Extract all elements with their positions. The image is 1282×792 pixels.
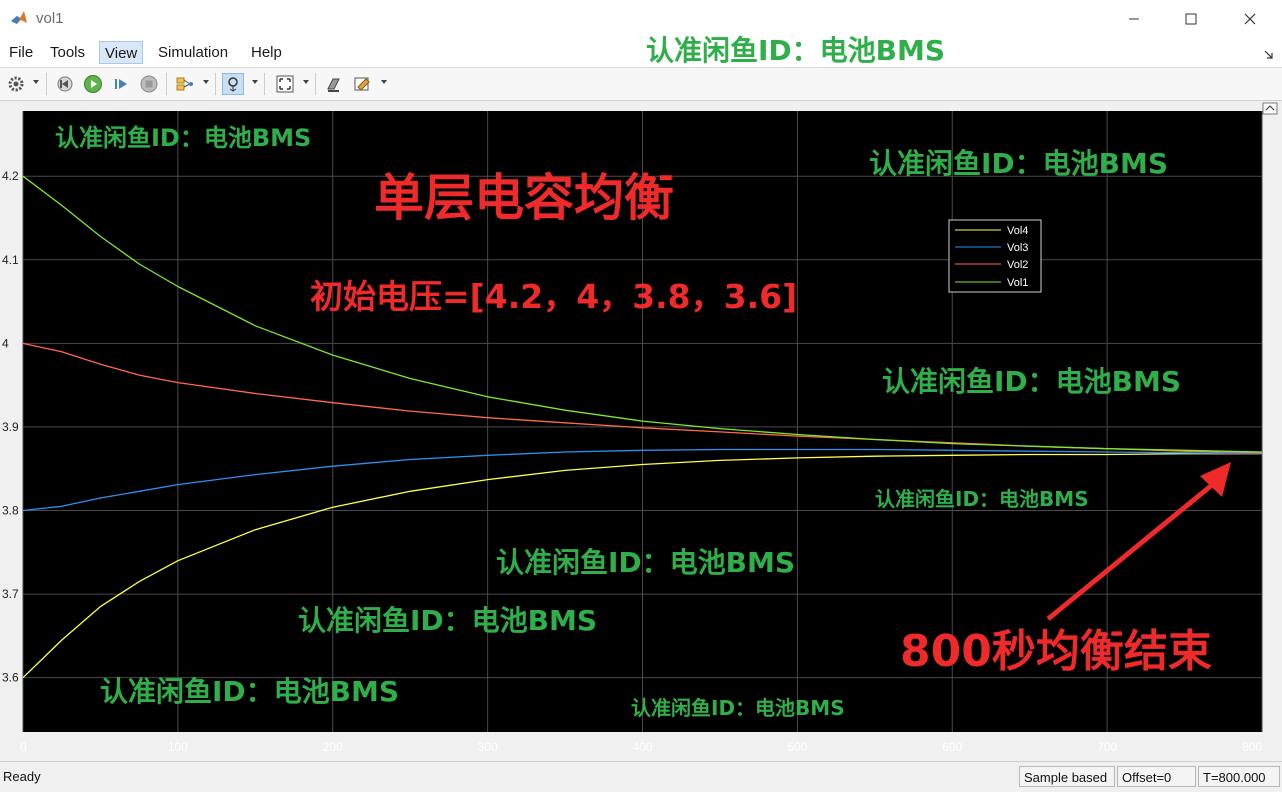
watermark-text: 认准闲鱼ID：电池BMS — [55, 124, 311, 152]
status-ready: Ready — [3, 769, 41, 784]
menu-file[interactable]: File — [4, 41, 38, 64]
highlight-icon — [327, 78, 340, 92]
y-tick-label: 3.7 — [2, 587, 19, 601]
signal-dropdown-arrow[interactable] — [203, 80, 209, 84]
legend-label-vol4: Vol4 — [1007, 225, 1028, 237]
x-tick-label: 400 — [632, 740, 652, 754]
chart-title: 单层电容均衡 — [374, 169, 674, 227]
style-dropdown-arrow[interactable] — [381, 80, 387, 84]
scope-chart[interactable]: 3.6 3.7 3.8 3.9 4 4.1 4.2 0 100 200 300 400 500 600 7… — [0, 101, 1282, 759]
x-tick-label: 300 — [478, 740, 498, 754]
toolbar-separator — [166, 73, 167, 95]
autoscale-icon — [276, 75, 294, 93]
x-tick-label: 200 — [323, 740, 343, 754]
menu-bar: File Tools View Simulation Help 认准闲鱼ID：电… — [0, 34, 1282, 68]
annotation-label: 800秒均衡结束 — [900, 626, 1212, 677]
legend[interactable]: Vol4 Vol3 Vol2 Vol1 — [948, 219, 1042, 293]
toolbar — [0, 68, 1282, 101]
toolbar-separator — [264, 73, 265, 95]
x-tick-label: 0 — [20, 740, 27, 754]
x-tick-label: 700 — [1097, 740, 1117, 754]
title-bar: vol1 — [0, 0, 1282, 39]
y-tick-label: 4.1 — [2, 253, 19, 267]
toolbar-separator — [215, 73, 216, 95]
menu-view[interactable]: View — [99, 41, 144, 64]
window-title: vol1 — [36, 10, 64, 27]
close-icon — [1244, 13, 1256, 25]
signal-selector-button[interactable] — [174, 73, 196, 95]
watermark-text: 认准闲鱼ID：电池BMS — [496, 546, 795, 579]
x-tick-label: 800 — [1242, 740, 1262, 754]
menu-help[interactable]: Help — [246, 41, 287, 64]
x-tick-label: 500 — [787, 740, 807, 754]
chart-subtitle: 初始电压=[4.2，4，3.8，3.6] — [310, 277, 797, 316]
y-tick-label: 4.2 — [2, 169, 19, 183]
close-button[interactable] — [1227, 0, 1273, 38]
settings-button[interactable] — [5, 73, 27, 95]
y-tick-label: 4 — [2, 336, 9, 350]
watermark-text: 认准闲鱼ID：电池BMS — [100, 675, 399, 708]
zoom-dropdown-arrow[interactable] — [252, 80, 258, 84]
legend-label-vol3: Vol3 — [1007, 242, 1028, 254]
y-tick-label: 3.8 — [2, 504, 19, 518]
step-back-button[interactable] — [54, 73, 76, 95]
menu-tools[interactable]: Tools — [45, 41, 90, 64]
gear-icon — [8, 76, 24, 92]
y-tick-label: 3.6 — [2, 671, 19, 685]
watermark-text: 认准闲鱼ID：电池BMS — [869, 147, 1168, 180]
legend-label-vol2: Vol2 — [1007, 259, 1028, 271]
autoscale-button[interactable] — [274, 73, 296, 95]
status-bar: Ready Sample based Offset=0 T=800.000 — [0, 761, 1282, 792]
x-tick-label: 600 — [942, 740, 962, 754]
minimize-button[interactable] — [1111, 0, 1157, 38]
toolbar-separator — [46, 73, 47, 95]
autoscale-dropdown-arrow[interactable] — [303, 80, 309, 84]
stop-icon — [140, 75, 158, 93]
scope-plot-area: 3.6 3.7 3.8 3.9 4 4.1 4.2 0 100 200 300 400 500 600 7… — [0, 101, 1282, 759]
step-forward-button[interactable] — [110, 73, 132, 95]
signal-selector-icon — [176, 77, 193, 91]
menu-simulation[interactable]: Simulation — [153, 41, 233, 64]
style-button[interactable] — [352, 73, 374, 95]
step-back-icon — [57, 76, 73, 92]
x-tick-label: 100 — [168, 740, 188, 754]
undock-icon[interactable] — [1264, 50, 1274, 60]
status-time: T=800.000 — [1198, 766, 1280, 787]
status-offset: Offset=0 — [1117, 766, 1196, 787]
status-sample-mode: Sample based — [1019, 766, 1115, 787]
watermark-text: 认准闲鱼ID：电池BMS — [298, 604, 597, 637]
header-watermark: 认准闲鱼ID：电池BMS — [646, 34, 946, 67]
settings-dropdown-arrow[interactable] — [33, 80, 39, 84]
highlight-block-button[interactable] — [323, 73, 345, 95]
watermark-text: 认准闲鱼ID：电池BMS — [882, 365, 1181, 398]
stop-button[interactable] — [138, 73, 160, 95]
zoom-button[interactable] — [222, 73, 244, 95]
step-forward-icon — [115, 79, 127, 89]
axes-expand-icon[interactable] — [1262, 102, 1278, 115]
style-icon — [354, 77, 370, 91]
legend-label-vol1: Vol1 — [1007, 277, 1028, 289]
toolbar-separator — [315, 73, 316, 95]
minimize-icon — [1129, 18, 1139, 20]
matlab-icon — [10, 9, 28, 27]
maximize-icon — [1185, 13, 1197, 25]
zoom-icon — [228, 77, 238, 92]
maximize-button[interactable] — [1168, 0, 1214, 38]
watermark-text: 认准闲鱼ID：电池BMS — [875, 487, 1089, 511]
watermark-text: 认准闲鱼ID：电池BMS — [631, 696, 845, 720]
y-tick-label: 3.9 — [2, 420, 19, 434]
run-button[interactable] — [82, 73, 104, 95]
play-icon — [84, 75, 102, 93]
